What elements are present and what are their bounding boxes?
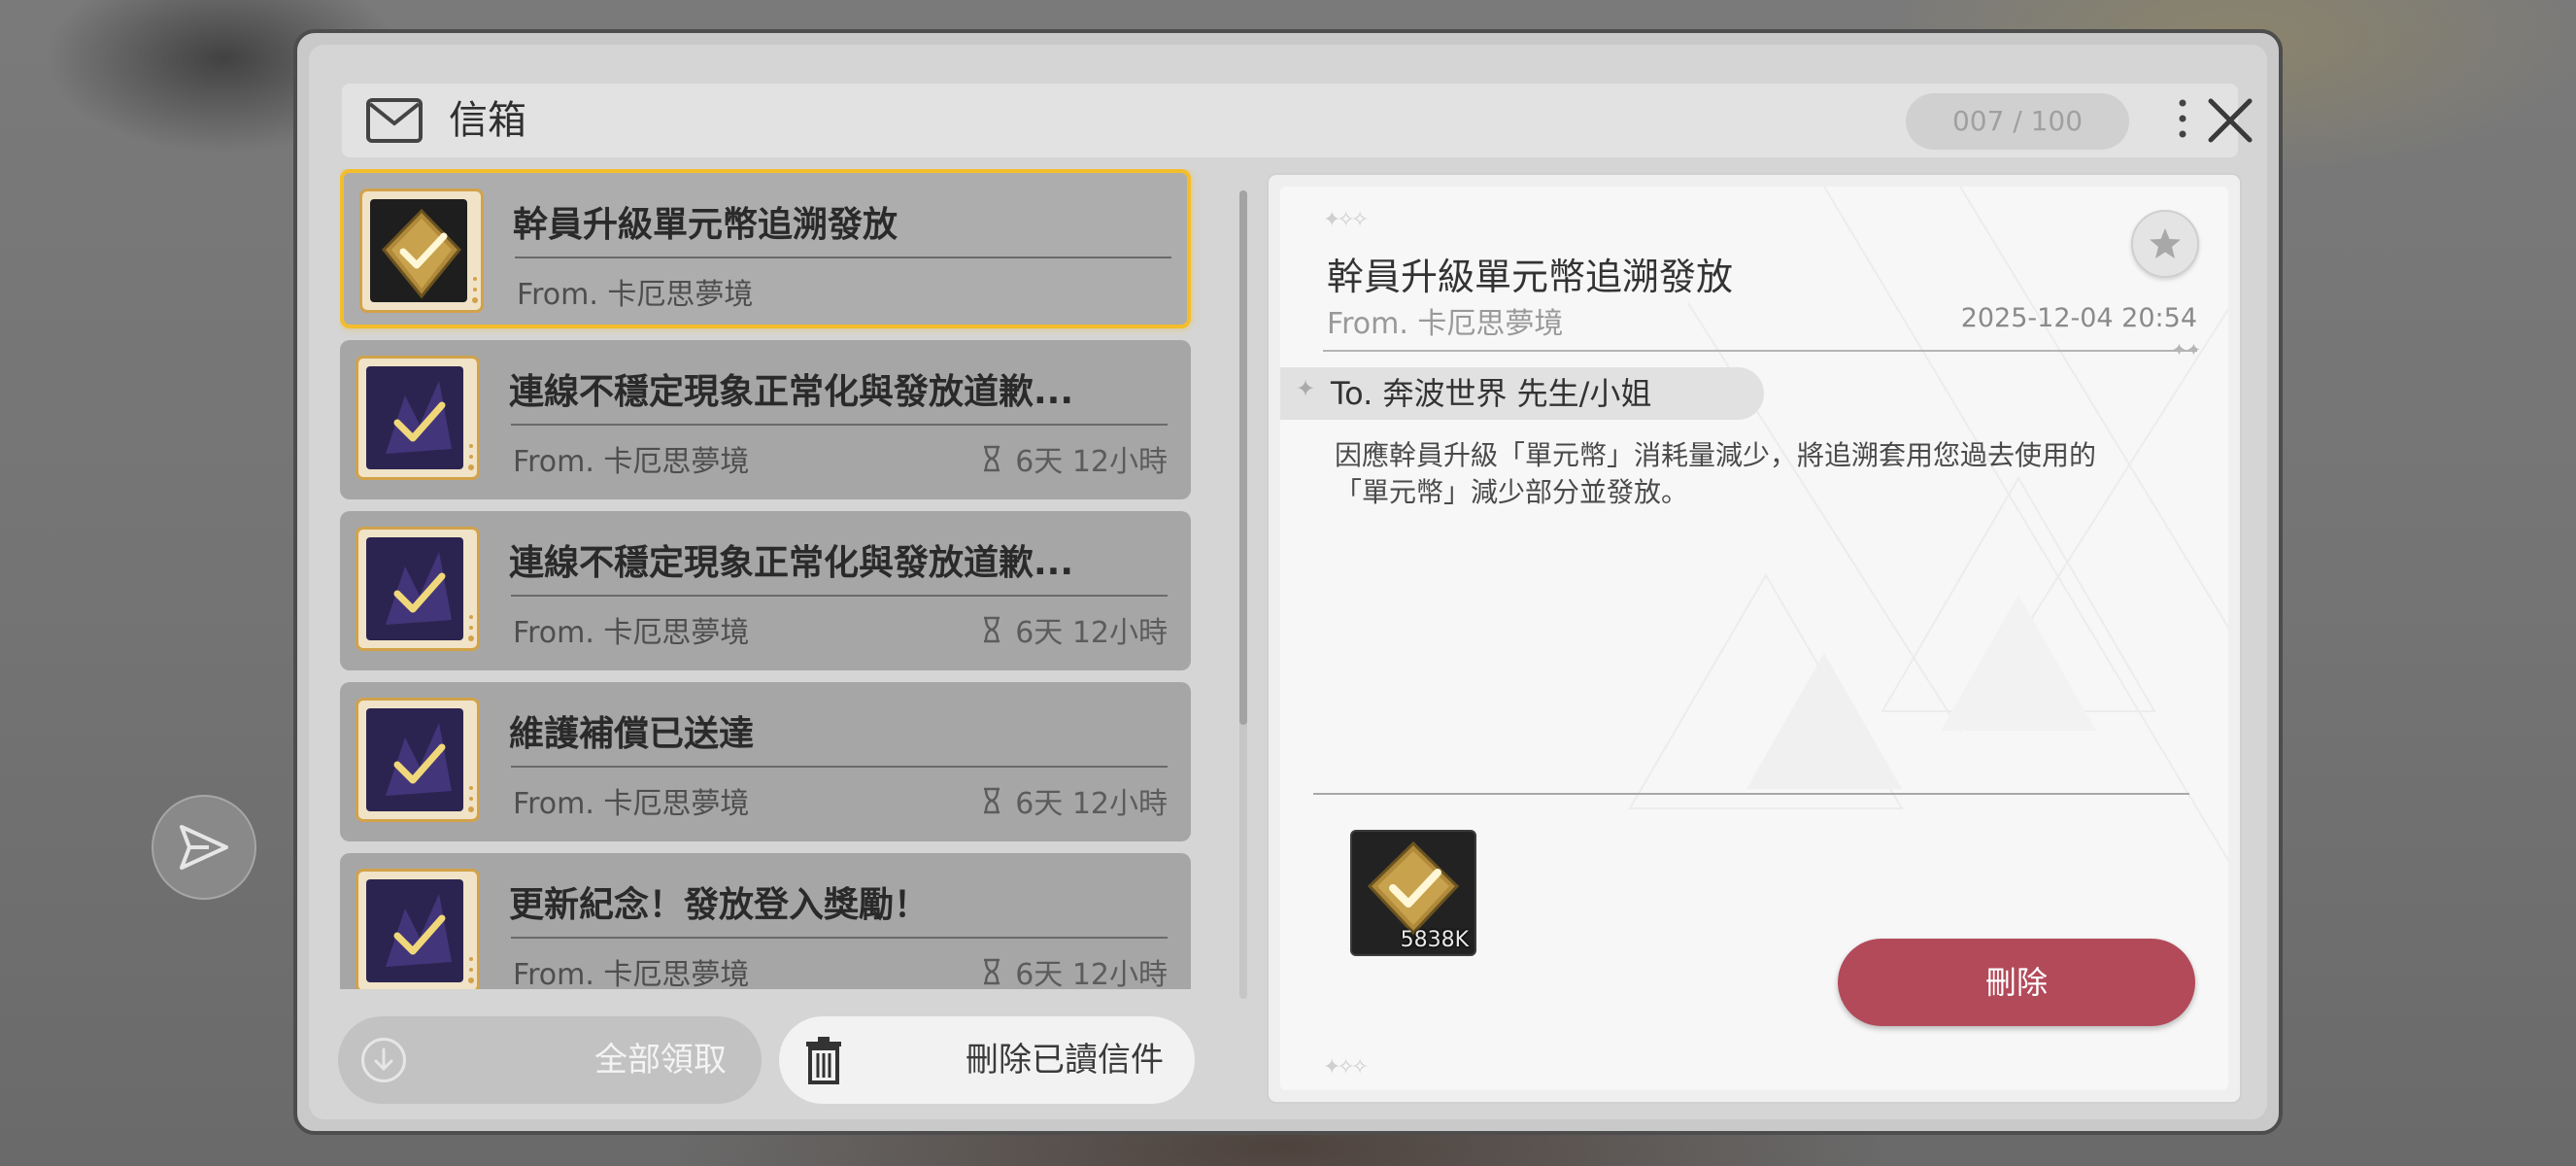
divider bbox=[511, 424, 1168, 426]
hourglass-icon bbox=[984, 787, 1000, 814]
download-circle-icon bbox=[361, 1038, 406, 1082]
mail-item-title: 連線不穩定現象正常化與發放道歉... bbox=[509, 543, 1074, 583]
more-vertical-icon[interactable] bbox=[2176, 97, 2189, 140]
hourglass-icon bbox=[984, 445, 1000, 472]
mail-item-time-left: 6天 12小時 bbox=[1015, 787, 1168, 821]
divider bbox=[511, 937, 1168, 939]
share-icon bbox=[180, 825, 228, 870]
purple-check-item-icon bbox=[356, 356, 480, 480]
detail-sender: From. 卡厄思夢境 bbox=[1327, 307, 1564, 341]
delete-read-button[interactable]: 刪除已讀信件 bbox=[779, 1016, 1195, 1104]
mailbox-dialog: 信箱 007 / 100 幹員升級單元幣追溯發放 From. 卡厄思夢境 連線不… bbox=[293, 29, 2283, 1135]
purple-check-item-icon bbox=[356, 527, 480, 651]
mail-item-expiry: 6天 12小時 bbox=[982, 779, 1168, 822]
delete-mail-button[interactable]: 刪除 bbox=[1838, 939, 2195, 1026]
mail-item-sender: From. 卡厄思夢境 bbox=[517, 278, 754, 312]
delete-read-label: 刪除已讀信件 bbox=[966, 1041, 1164, 1080]
gold-check-item-icon bbox=[359, 189, 484, 313]
mail-item-sender: From. 卡厄思夢境 bbox=[513, 958, 750, 989]
mail-body-line: 因應幹員升級「單元幣」消耗量減少，將追溯套用您過去使用的 bbox=[1335, 439, 2097, 471]
mailbox-header: 信箱 007 / 100 bbox=[342, 84, 2253, 157]
mail-item-time-left: 6天 12小時 bbox=[1015, 445, 1168, 479]
mail-detail-card: ✦✧✧ ✦✧✧ 幹員升級單元幣追溯發放 From. 卡厄思夢境 2025-12-… bbox=[1280, 187, 2228, 1090]
scrollbar-thumb[interactable] bbox=[1239, 190, 1247, 725]
mail-item-expiry: 6天 12小時 bbox=[982, 437, 1168, 480]
mail-item-title: 維護補償已送達 bbox=[509, 714, 755, 754]
mailbox-title: 信箱 bbox=[449, 98, 526, 143]
claim-all-button[interactable]: 全部領取 bbox=[338, 1016, 762, 1104]
purple-check-item-icon bbox=[356, 869, 480, 989]
mail-list-item[interactable]: 連線不穩定現象正常化與發放道歉... From. 卡厄思夢境 6天 12小時 bbox=[340, 511, 1191, 670]
divider bbox=[511, 766, 1168, 768]
detail-date: 2025-12-04 20:54 bbox=[1960, 303, 2197, 333]
divider bbox=[1323, 350, 2197, 352]
mail-item-sender: From. 卡厄思夢境 bbox=[513, 616, 750, 650]
divider-ornament: ✦✦ bbox=[2171, 340, 2201, 360]
sparkle-icon: ✦ bbox=[1296, 375, 1316, 402]
mailbox-panel: 信箱 007 / 100 幹員升級單元幣追溯發放 From. 卡厄思夢境 連線不… bbox=[309, 45, 2267, 1119]
divider bbox=[515, 257, 1171, 258]
attachment-divider bbox=[1313, 793, 2189, 795]
attachment-quantity: 5838K bbox=[1400, 928, 1469, 952]
envelope-icon bbox=[366, 98, 423, 143]
mail-item-time-left: 6天 12小時 bbox=[1015, 958, 1168, 989]
star-icon bbox=[2150, 228, 2181, 258]
trash-icon bbox=[806, 1037, 841, 1084]
mail-item-expiry: 6天 12小時 bbox=[982, 608, 1168, 651]
mail-body: 因應幹員升級「單元幣」消耗量減少，將追溯套用您過去使用的 「單元幣」減少部分並發… bbox=[1335, 437, 2170, 511]
recipient-text: To. 奔波世界 先生/小姐 bbox=[1331, 375, 1652, 412]
mail-list-item[interactable]: 更新紀念！發放登入獎勵！ From. 卡厄思夢境 6天 12小時 bbox=[340, 853, 1191, 989]
mail-item-title: 幹員升級單元幣追溯發放 bbox=[513, 205, 898, 245]
sparkle-decoration: ✦✧✧ bbox=[1323, 208, 1369, 232]
mail-item-title: 更新紀念！發放登入獎勵！ bbox=[509, 885, 930, 925]
mail-list[interactable]: 幹員升級單元幣追溯發放 From. 卡厄思夢境 連線不穩定現象正常化與發放道歉.… bbox=[340, 169, 1212, 989]
mail-list-item[interactable]: 維護補償已送達 From. 卡厄思夢境 6天 12小時 bbox=[340, 682, 1191, 841]
mail-body-line: 「單元幣」減少部分並發放。 bbox=[1335, 476, 1689, 508]
mail-item-sender: From. 卡厄思夢境 bbox=[513, 787, 750, 821]
share-button[interactable] bbox=[152, 795, 256, 900]
close-icon[interactable] bbox=[2205, 95, 2255, 146]
mail-item-title: 連線不穩定現象正常化與發放道歉... bbox=[509, 372, 1074, 412]
mail-item-sender: From. 卡厄思夢境 bbox=[513, 445, 750, 479]
claim-all-label: 全部領取 bbox=[594, 1041, 727, 1080]
sparkle-decoration: ✦✧✧ bbox=[1323, 1055, 1369, 1080]
divider bbox=[511, 595, 1168, 597]
detail-title: 幹員升級單元幣追溯發放 bbox=[1327, 256, 1734, 298]
mail-list-item[interactable]: 幹員升級單元幣追溯發放 From. 卡厄思夢境 bbox=[340, 169, 1191, 328]
purple-check-item-icon bbox=[356, 698, 480, 822]
attachment-item[interactable]: 5838K bbox=[1350, 830, 1476, 956]
hourglass-icon bbox=[984, 616, 1000, 643]
mail-detail-panel: ✦✧✧ ✦✧✧ 幹員升級單元幣追溯發放 From. 卡厄思夢境 2025-12-… bbox=[1267, 173, 2242, 1104]
recipient-banner: ✦ To. 奔波世界 先生/小姐 bbox=[1280, 367, 1764, 420]
mail-item-expiry: 6天 12小時 bbox=[982, 950, 1168, 989]
favorite-star-button[interactable] bbox=[2131, 210, 2199, 278]
mail-item-time-left: 6天 12小時 bbox=[1015, 616, 1168, 650]
hourglass-icon bbox=[984, 958, 1000, 985]
mail-counter: 007 / 100 bbox=[1906, 93, 2129, 150]
mail-list-item[interactable]: 連線不穩定現象正常化與發放道歉... From. 卡厄思夢境 6天 12小時 bbox=[340, 340, 1191, 499]
